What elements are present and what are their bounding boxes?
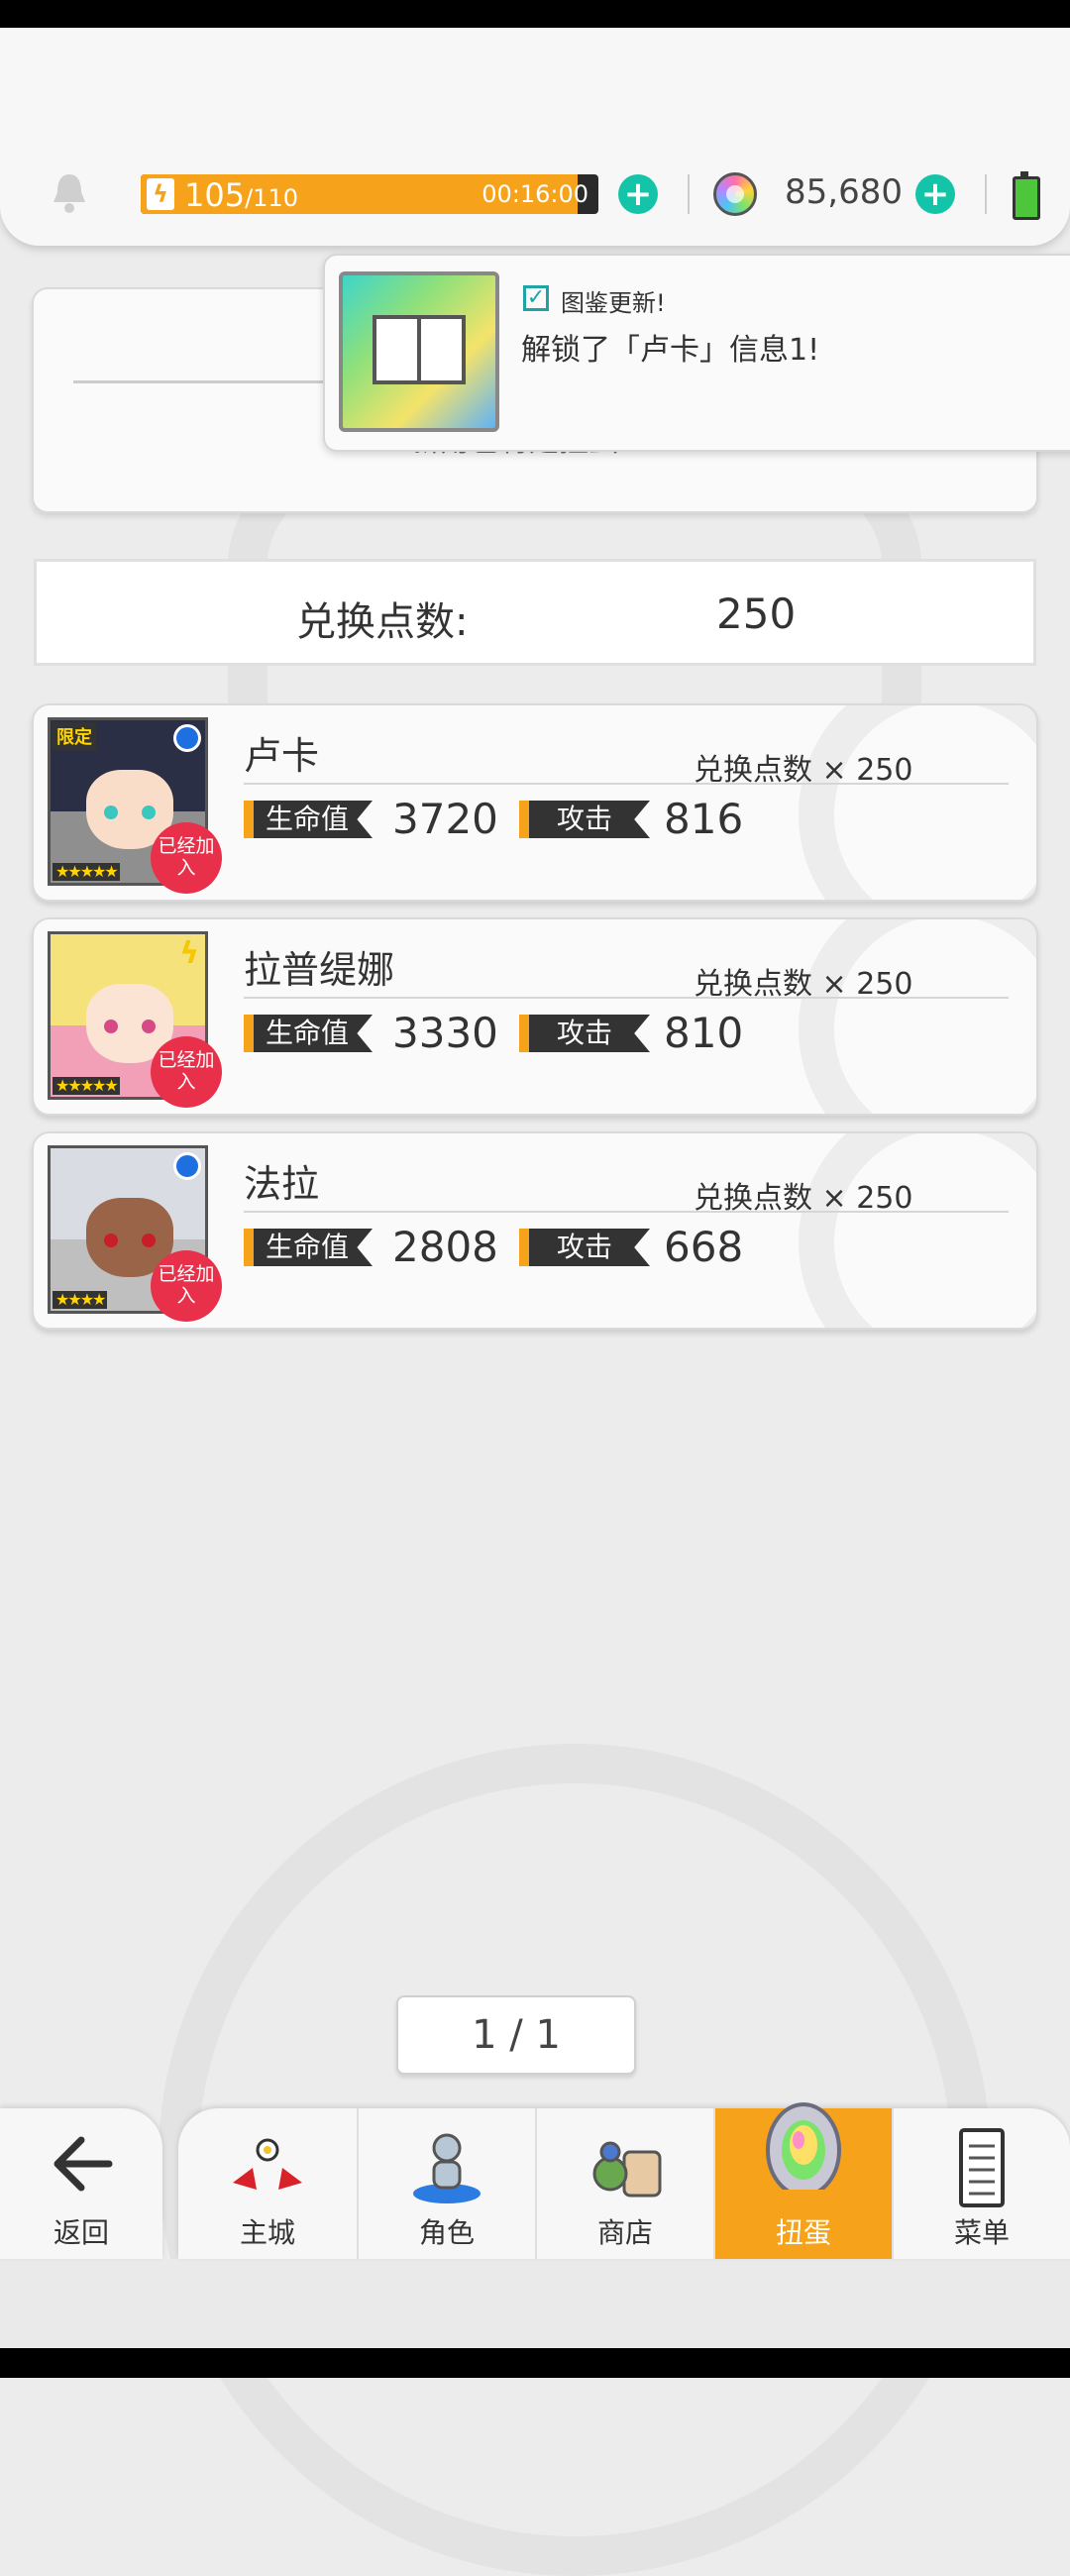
- hp-label: 生命值: [244, 801, 373, 838]
- character-name: 卢卡: [244, 734, 320, 778]
- bell-icon[interactable]: [50, 170, 89, 214]
- portrait-eye: [104, 1234, 118, 1247]
- attack-label: 攻击: [519, 801, 650, 838]
- portrait-eye: [104, 1020, 118, 1033]
- joined-badge: 已经加入: [151, 822, 222, 894]
- card-divider: [244, 1211, 1009, 1213]
- joined-badge: 已经加入: [151, 1250, 222, 1322]
- tab-label: 主城: [239, 2216, 295, 2249]
- water-attribute-icon: [173, 724, 201, 752]
- card-watermark: [799, 1133, 1036, 1328]
- character-card[interactable]: ★★★★ 已经加入 法拉 兑换点数 × 250 生命值 2808 攻击 668: [32, 1131, 1038, 1330]
- limited-badge: 限定: [53, 722, 96, 750]
- tab-main-city[interactable]: 主城: [178, 2108, 357, 2259]
- shop-bag-icon: [592, 2141, 662, 2198]
- portrait-eye: [142, 1234, 156, 1247]
- exchange-points-label: 兑换点数:: [296, 599, 469, 645]
- portrait-eye: [142, 1020, 156, 1033]
- menu-list-icon: [959, 2128, 1005, 2207]
- energy-timer: 00:16:00: [482, 180, 588, 208]
- add-gems-button[interactable]: +: [915, 174, 955, 214]
- hp-value: 3330: [392, 1009, 498, 1057]
- tab-gacha[interactable]: 扭蛋: [713, 2102, 892, 2259]
- joined-badge: 已经加入: [151, 1036, 222, 1108]
- character-card[interactable]: 限定 ★★★★★ 已经加入 卢卡 兑换点数 × 250 生命值 3720 攻击 …: [32, 703, 1038, 902]
- nav-footer: [0, 2259, 1070, 2348]
- character-icon: [413, 2133, 481, 2203]
- character-name: 拉普缇娜: [244, 948, 395, 992]
- lightning-icon: ϟ: [147, 178, 174, 210]
- hp-value: 2808: [392, 1223, 498, 1271]
- exchange-points-value: 250: [716, 590, 797, 638]
- exchange-points-box: 兑换点数: 250: [34, 559, 1036, 666]
- castle-icon: [233, 2138, 302, 2190]
- hp-label: 生命值: [244, 1229, 373, 1266]
- card-divider: [244, 783, 1009, 785]
- attack-label: 攻击: [519, 1229, 650, 1266]
- rarity-stars: ★★★★★: [53, 1077, 120, 1095]
- tab-label: 商店: [596, 2216, 653, 2249]
- top-hud: ϟ 105/110 00:16:00 + 85,680 +: [0, 28, 1070, 246]
- tab-label: 扭蛋: [775, 2216, 831, 2249]
- bottom-tab-bar: 主城 角色 商店 扭蛋 菜单: [178, 2102, 1070, 2259]
- divider: [985, 174, 987, 214]
- portrait-eye: [142, 805, 156, 819]
- checkbox-icon: ✓: [523, 285, 549, 311]
- energy-value: 105/110: [184, 176, 298, 214]
- back-button[interactable]: 返回: [0, 2108, 162, 2259]
- gem-icon: [713, 172, 757, 216]
- attack-label: 攻击: [519, 1015, 650, 1052]
- water-attribute-icon: [173, 1152, 201, 1180]
- tab-characters[interactable]: 角色: [357, 2108, 535, 2259]
- book-icon: [373, 315, 466, 384]
- rarity-stars: ★★★★: [53, 1291, 108, 1309]
- attack-value: 810: [664, 1009, 744, 1057]
- notification-message: 解锁了「卢卡」信息1!: [521, 333, 820, 368]
- rarity-stars: ★★★★★: [53, 863, 120, 881]
- battery-icon: [1013, 171, 1040, 220]
- notification-title: 图鉴更新!: [561, 289, 666, 317]
- card-divider: [244, 997, 1009, 999]
- back-label: 返回: [53, 2216, 109, 2249]
- attack-value: 668: [664, 1223, 744, 1271]
- lightning-attribute-icon: ϟ: [179, 936, 199, 971]
- tab-label: 角色: [418, 2216, 475, 2249]
- portrait-eye: [104, 805, 118, 819]
- hp-value: 3720: [392, 795, 498, 843]
- card-watermark: [799, 705, 1036, 900]
- attack-value: 816: [664, 795, 744, 843]
- tab-shop[interactable]: 商店: [535, 2108, 713, 2259]
- character-name: 法拉: [244, 1162, 320, 1206]
- back-arrow-icon: [54, 2136, 113, 2192]
- system-navigation-bar: [0, 2348, 1070, 2378]
- card-watermark: [799, 919, 1036, 1114]
- character-card[interactable]: ϟ ★★★★★ 已经加入 拉普缇娜 兑换点数 × 250 生命值 3330 攻击…: [32, 917, 1038, 1116]
- encyclopedia-notification[interactable]: ✓ 图鉴更新! 解锁了「卢卡」信息1!: [323, 254, 1070, 452]
- divider: [688, 174, 690, 214]
- gacha-crystal-icon: [766, 2102, 841, 2190]
- tab-label: 菜单: [953, 2216, 1010, 2249]
- gem-count: 85,680: [785, 172, 903, 212]
- energy-bar: ϟ 105/110 00:16:00: [141, 174, 598, 214]
- page-indicator: 1 / 1: [396, 1995, 636, 2075]
- system-status-bar: [0, 0, 1070, 28]
- add-energy-button[interactable]: +: [618, 174, 658, 214]
- tab-menu[interactable]: 菜单: [892, 2108, 1070, 2259]
- hp-label: 生命值: [244, 1015, 373, 1052]
- encyclopedia-thumbnail: [339, 271, 499, 432]
